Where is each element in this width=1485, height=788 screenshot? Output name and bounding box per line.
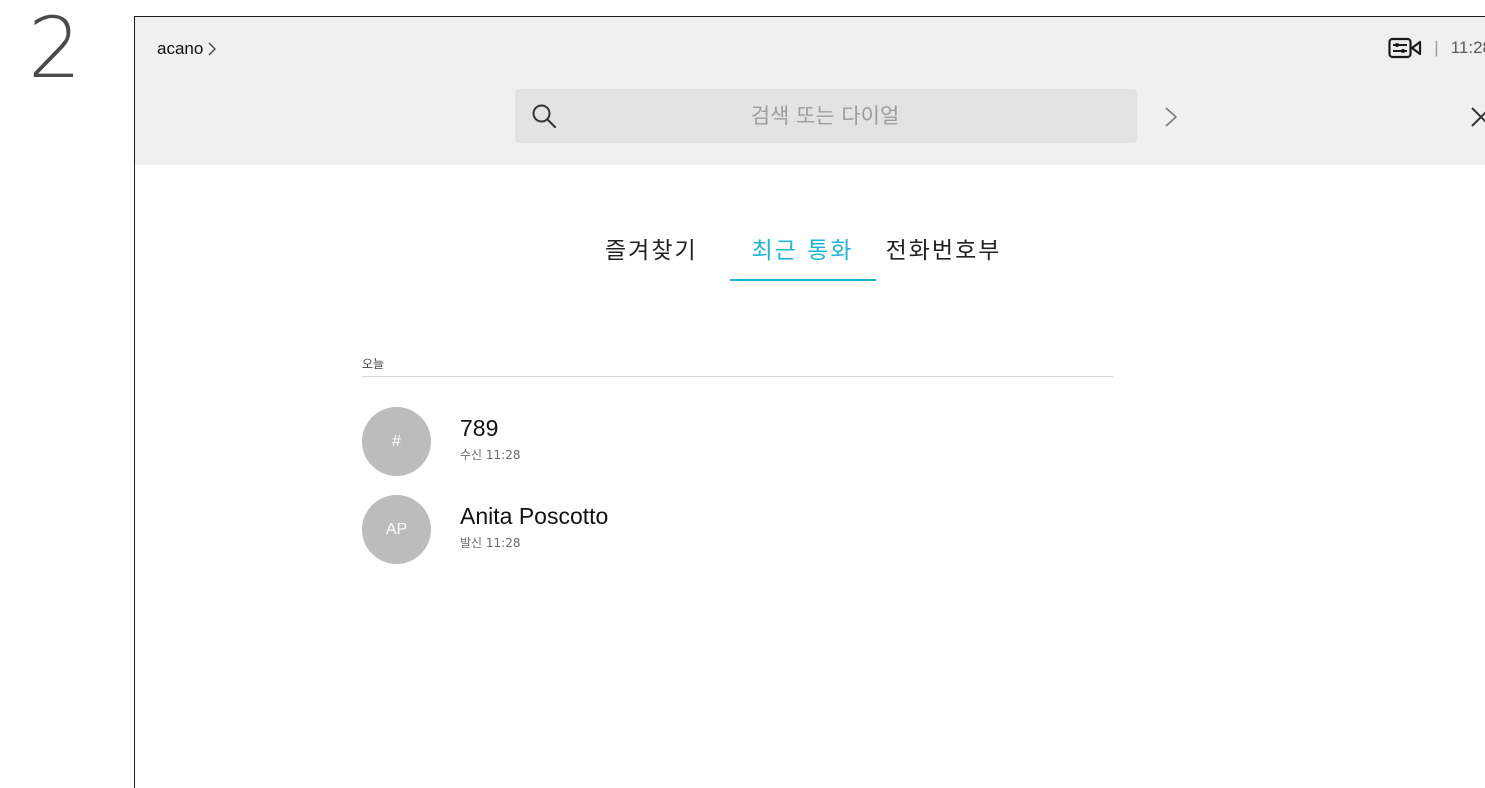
chevron-right-icon	[208, 42, 217, 56]
status-area: | 11:28	[1388, 37, 1485, 59]
recent-calls-list: # 789 수신 11:28 AP Anita Poscotto 발신 11:2…	[362, 407, 1113, 583]
avatar: AP	[362, 495, 431, 564]
tab-recents[interactable]: 최근 통화	[729, 231, 876, 281]
clock: 11:28	[1450, 38, 1485, 57]
device-name-label: acano	[157, 39, 204, 58]
video-settings-icon[interactable]	[1388, 37, 1422, 59]
section-header-today: 오늘	[362, 355, 1113, 377]
search-icon	[532, 104, 556, 128]
tab-directory[interactable]: 전화번호부	[876, 231, 1012, 281]
step-number: 2	[28, 0, 82, 97]
search-box[interactable]	[515, 89, 1137, 143]
avatar: #	[362, 407, 431, 476]
search-input[interactable]	[575, 89, 1075, 143]
list-item[interactable]: AP Anita Poscotto 발신 11:28	[362, 495, 1113, 583]
close-icon[interactable]	[1469, 105, 1485, 129]
call-meta: 발신 11:28	[460, 536, 521, 550]
list-item[interactable]: # 789 수신 11:28	[362, 407, 1113, 495]
chevron-right-icon[interactable]	[1161, 105, 1181, 129]
device-name-button[interactable]: acano	[157, 39, 217, 59]
call-meta: 수신 11:28	[460, 448, 521, 462]
call-name: Anita Poscotto	[460, 503, 609, 529]
tab-favorites[interactable]: 즐겨찾기	[595, 231, 708, 281]
call-name: 789	[460, 415, 499, 441]
status-divider: |	[1434, 38, 1439, 57]
top-bar: acano | 11:28	[135, 17, 1485, 165]
device-screen: acano | 11:28	[134, 16, 1485, 788]
tab-bar: 즐겨찾기 최근 통화 전화번호부	[595, 231, 1011, 281]
